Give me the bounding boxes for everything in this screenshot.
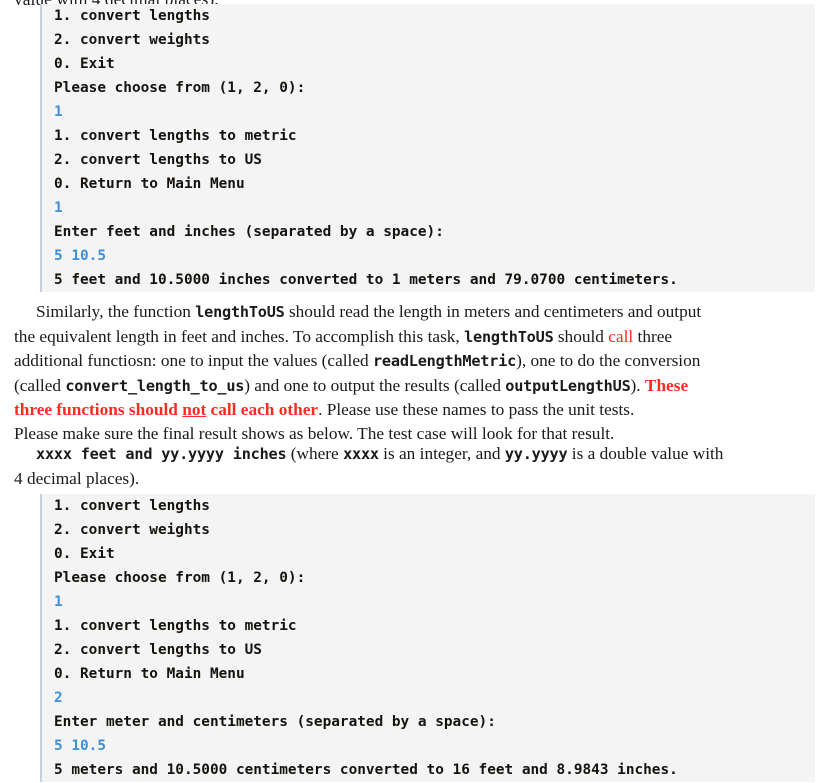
paragraph-line: the equivalent length in feet and inches… [14,325,814,350]
text-run: is an integer, and [378,444,505,463]
text-run: ) and one to output the results (called [244,375,506,395]
terminal-input-line: 5 10.5 [54,248,106,264]
code-identifier: xxxx [343,445,379,463]
paragraph-lengthtous: Similarly, the function lengthToUS shoul… [14,300,814,446]
code-identifier: lengthToUS [464,327,554,346]
text-run: should read the length in meters and cen… [284,302,702,321]
paragraph-line: (called convert_length_to_us) and one to… [14,374,814,399]
paragraph-line: xxxx feet and yy.yyyy inches (where xxxx… [14,442,814,467]
code-identifier: outputLengthUS [505,376,631,395]
terminal-output-line: Please choose from (1, 2, 0): [54,570,306,586]
terminal-input-line: 1 [54,200,63,216]
text-run: Similarly, the function [36,302,196,321]
terminal-output-line: 5 meters and 10.5000 centimeters convert… [54,762,678,778]
terminal-input-line: 2 [54,690,63,706]
terminal-output-line: 0. Return to Main Menu [54,176,245,192]
terminal-input-line: 1 [54,594,63,610]
terminal-output-line: 0. Exit [54,546,115,562]
emphasis-red-bold: call each other [206,400,319,420]
code-format-spec: xxxx feet and yy.yyyy inches [36,445,287,463]
terminal-output-line: 2. convert lengths to US [54,152,262,168]
terminal-output-line: 1. convert lengths [54,8,210,24]
text-run: ). [630,375,645,395]
terminal-output-line: 2. convert lengths to US [54,642,262,658]
terminal-output-line: Enter meter and centimeters (separated b… [54,714,496,730]
text-run: (called [14,375,66,395]
code-identifier: lengthToUS [195,303,285,321]
code-identifier: yy.yyyy [504,445,568,463]
code-identifier: readLengthMetric [372,352,517,371]
terminal-output-line: Enter feet and inches (separated by a sp… [54,224,444,240]
terminal-output-line: Please choose from (1, 2, 0): [54,80,306,96]
text-run: (where [286,444,344,463]
text-run: is a double value with [567,444,724,463]
text-run: 4 decimal places). [14,468,140,488]
terminal-output-line: 1. convert lengths [54,498,210,514]
emphasis-red-call: call [608,326,634,346]
emphasis-red-bold-underline: not [182,400,207,420]
terminal-input-line: 1 [54,104,63,120]
paragraph-result-format: xxxx feet and yy.yyyy inches (where xxxx… [14,442,814,490]
text-run: the equivalent length in feet and inches… [14,326,465,346]
terminal-output-line: 1. convert lengths to metric [54,618,297,634]
emphasis-red-bold: These [644,375,689,395]
text-run: . Please use these names to pass the uni… [318,400,635,420]
paragraph-line: additional functiosn: one to input the v… [14,349,814,374]
paragraph-line: Similarly, the function lengthToUS shoul… [14,300,814,325]
paragraph-line: three functions should not call each oth… [14,398,814,422]
terminal-input-line: 5 10.5 [54,738,106,754]
text-run: ), one to do the conversion [516,351,701,371]
text-run: additional functiosn: one to input the v… [14,351,373,371]
terminal-output-line: 5 feet and 10.5000 inches converted to 1… [54,272,678,288]
terminal-output-line: 0. Return to Main Menu [54,666,245,682]
terminal-output-line: 2. convert weights [54,522,210,538]
terminal-output-line: 0. Exit [54,56,115,72]
terminal-output-block-1: 1. convert lengths 2. convert weights 0. E… [40,4,815,292]
paragraph-line: 4 decimal places). [14,467,814,491]
terminal-output-line: 1. convert lengths to metric [54,128,297,144]
document-page: value with 4 decimal places). 1. convert… [0,0,828,783]
emphasis-red-bold: three functions should [14,400,183,420]
text-run: Please make sure the final result shows … [14,423,615,443]
terminal-output-block-2: 1. convert lengths 2. convert weights 0. E… [40,494,815,782]
code-identifier: convert_length_to_us [65,376,245,395]
terminal-output-line: 2. convert weights [54,32,210,48]
text-run: should [553,326,609,346]
text-run: three [633,326,673,346]
